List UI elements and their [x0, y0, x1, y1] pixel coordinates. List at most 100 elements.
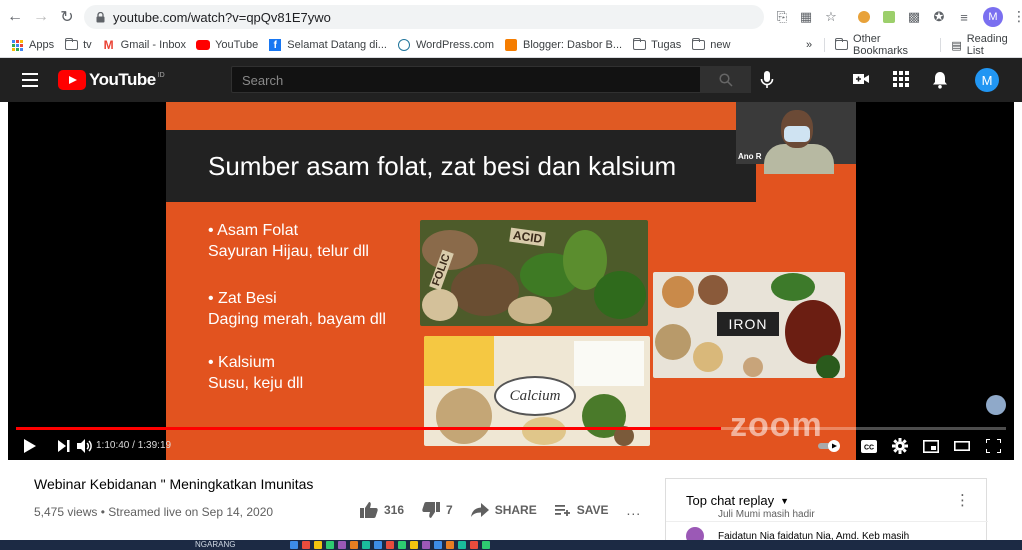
chat-header-label: Top chat replay: [686, 493, 775, 508]
folder-icon: [632, 38, 646, 51]
taskbar-app-icon[interactable]: [422, 541, 430, 549]
taskbar-app-icon[interactable]: [326, 541, 334, 549]
back-icon[interactable]: ←: [4, 6, 26, 28]
facebook-icon: f: [268, 39, 282, 51]
like-count: 316: [384, 503, 405, 517]
save-button[interactable]: SAVE: [554, 503, 609, 517]
taskbar-app-icon[interactable]: [362, 541, 370, 549]
bookmark-wordpress[interactable]: WordPress.com: [397, 39, 494, 51]
bookmark-facebook[interactable]: f Selamat Datang di...: [268, 39, 387, 51]
url-text: youtube.com/watch?v=qpQv81E7ywo: [113, 9, 331, 25]
thumbs-up-icon: [360, 502, 378, 518]
youtube-play-icon: [58, 70, 86, 90]
bookmark-tv[interactable]: tv: [64, 38, 92, 51]
iron-label: IRON: [717, 312, 779, 336]
taskbar-app-icon[interactable]: [458, 541, 466, 549]
chat-mode-dropdown[interactable]: Top chat replay ▼: [686, 493, 789, 508]
slide-bullet: • Kalsium Susu, keju dll: [208, 352, 303, 394]
captions-icon[interactable]: CC: [860, 437, 878, 455]
reload-icon[interactable]: ↻: [56, 6, 78, 28]
fullscreen-icon[interactable]: [984, 437, 1002, 455]
extension-cookie-icon[interactable]: [855, 8, 873, 26]
webcam-thumbnail: Ano R: [736, 102, 856, 174]
meta-separator: •: [100, 505, 105, 519]
calcium-label: Calcium: [494, 376, 576, 416]
other-bookmarks-button[interactable]: Other Bookmarks: [853, 33, 930, 57]
notifications-bell-icon[interactable]: [932, 71, 948, 94]
taskbar-app-icon[interactable]: [470, 541, 478, 549]
extension-cast-icon[interactable]: ▩: [905, 8, 923, 26]
translate-icon[interactable]: ▦: [797, 8, 815, 26]
like-button[interactable]: 316: [360, 502, 404, 518]
bookmark-label: Apps: [29, 39, 55, 51]
miniplayer-icon[interactable]: [922, 437, 940, 455]
taskbar-app-icon[interactable]: [350, 541, 358, 549]
bullet-heading: • Kalsium: [208, 354, 275, 371]
forward-icon[interactable]: →: [30, 6, 52, 28]
bookmarks-right: » Other Bookmarks ▤ Reading List: [806, 33, 1022, 57]
stream-date: Streamed live on Sep 14, 2020: [108, 505, 274, 519]
create-video-icon[interactable]: [852, 71, 870, 92]
divider: [666, 521, 988, 522]
taskbar-app-icon[interactable]: [434, 541, 442, 549]
bookmark-apps[interactable]: Apps: [10, 39, 54, 51]
reading-queue-icon[interactable]: ≡: [955, 8, 973, 26]
bookmark-blogger[interactable]: Blogger: Dasbor B...: [504, 39, 622, 51]
taskbar-app-icon[interactable]: [386, 541, 394, 549]
video-player[interactable]: Sumber asam folat, zat besi dan kalsium …: [8, 102, 1014, 460]
bookmark-youtube[interactable]: YouTube: [196, 39, 258, 51]
account-avatar[interactable]: M: [975, 68, 999, 92]
address-bar[interactable]: youtube.com/watch?v=qpQv81E7ywo: [84, 5, 764, 29]
video-actions: 316 7 SHARE SAVE ...: [360, 502, 659, 518]
taskbar-app-icon[interactable]: [302, 541, 310, 549]
install-icon[interactable]: ⎘: [773, 8, 791, 26]
microphone-icon[interactable]: [760, 70, 774, 95]
taskbar-app-icon[interactable]: [446, 541, 454, 549]
volume-icon[interactable]: [76, 437, 94, 455]
next-icon[interactable]: [56, 437, 72, 455]
bullet-text: Daging merah, bayam dll: [208, 311, 386, 328]
taskbar-app-icon[interactable]: [374, 541, 382, 549]
menu-icon[interactable]: [22, 73, 38, 87]
extension-chart-icon[interactable]: [880, 8, 898, 26]
taskbar-app-icon[interactable]: [290, 541, 298, 549]
more-actions-button[interactable]: ...: [627, 502, 642, 518]
taskbar-app-icon[interactable]: [398, 541, 406, 549]
share-label: SHARE: [494, 503, 537, 517]
time-total: 1:39:19: [137, 440, 172, 451]
bookmark-label: Gmail - Inbox: [120, 39, 187, 51]
reading-list-button[interactable]: Reading List: [967, 33, 1022, 57]
star-icon[interactable]: ☆: [822, 8, 840, 26]
browser-menu-icon[interactable]: ⋮: [1012, 8, 1022, 25]
chat-menu-icon[interactable]: ⋮: [955, 491, 970, 509]
bookmark-label: Selamat Datang di...: [287, 39, 387, 51]
search-input[interactable]: Search: [231, 66, 751, 93]
progress-bar[interactable]: [16, 427, 1006, 430]
youtube-logo[interactable]: YouTube ID: [58, 70, 165, 90]
theater-mode-icon[interactable]: [953, 437, 971, 455]
bookmark-tugas[interactable]: Tugas: [632, 38, 681, 51]
progress-fill: [16, 427, 721, 430]
taskbar-app-icon[interactable]: [482, 541, 490, 549]
search-button[interactable]: [700, 66, 751, 93]
share-button[interactable]: SHARE: [470, 503, 537, 517]
channel-watermark-icon[interactable]: [986, 395, 1006, 415]
dislike-button[interactable]: 7: [422, 502, 453, 518]
bullet-heading: • Asam Folat: [208, 222, 299, 239]
autoplay-toggle[interactable]: [818, 437, 842, 455]
share-arrow-icon: [470, 503, 489, 517]
taskbar-app-icon[interactable]: [314, 541, 322, 549]
bookmarks-overflow-button[interactable]: »: [806, 39, 812, 51]
profile-avatar[interactable]: M: [983, 7, 1003, 27]
apps-grid-icon[interactable]: [893, 71, 909, 92]
bookmark-gmail[interactable]: M Gmail - Inbox: [102, 38, 187, 52]
taskbar-app-icon[interactable]: [338, 541, 346, 549]
gmail-icon: M: [103, 38, 114, 52]
svg-text:CC: CC: [864, 444, 874, 451]
settings-gear-icon[interactable]: [891, 437, 909, 455]
play-icon[interactable]: [22, 437, 38, 455]
bookmark-new[interactable]: new: [691, 38, 730, 51]
extensions-puzzle-icon[interactable]: ✪: [930, 8, 948, 26]
video-meta: 5,475 views • Streamed live on Sep 14, 2…: [34, 505, 273, 519]
taskbar-app-icon[interactable]: [410, 541, 418, 549]
